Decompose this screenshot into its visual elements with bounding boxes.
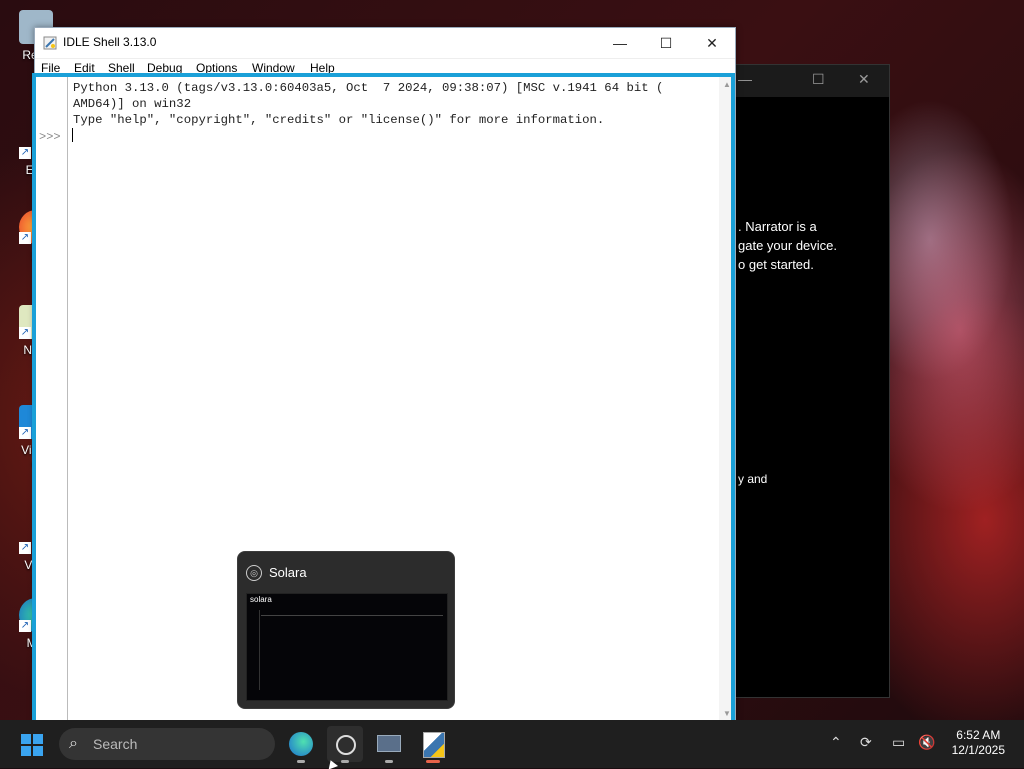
narrator-titlebar[interactable]: — ☐ ✕	[736, 65, 889, 97]
taskbar: ⌕ Search ⌃ ⟳ ▭ 🔇 6:52 AM 12/1/2025	[0, 720, 1024, 768]
menu-options[interactable]: Options	[196, 61, 237, 75]
thumbnail-title: Solara	[269, 565, 307, 580]
shell-output-line: Type "help", "copyright", "credits" or "…	[73, 113, 605, 127]
system-clock[interactable]: 6:52 AM 12/1/2025	[952, 728, 1005, 758]
taskbar-idle[interactable]	[415, 726, 451, 763]
idle-titlebar[interactable]: IDLE Shell 3.13.0 — ☐ ✕	[35, 28, 735, 59]
taskbar-search[interactable]: ⌕ Search	[59, 728, 275, 760]
narrator-text-line: gate your device.	[738, 238, 838, 253]
preview-app-name: solara	[250, 595, 272, 604]
solara-icon: ◎	[246, 565, 262, 581]
python-feather-icon	[43, 36, 57, 50]
sync-icon[interactable]: ⟳	[860, 734, 872, 751]
clock-date: 12/1/2025	[951, 743, 1005, 757]
monitor-icon	[377, 735, 401, 752]
clock-time: 6:52 AM	[956, 728, 1001, 742]
windows-logo-icon	[21, 734, 31, 744]
menu-bar: File Edit Shell Debug Options Window Hel…	[35, 59, 735, 77]
thumbnail-window-preview[interactable]: solara	[246, 593, 448, 701]
taskbar-solara[interactable]	[327, 726, 363, 763]
chevron-up-icon[interactable]: ⌃	[830, 734, 842, 751]
shell-prompt: >>>	[39, 130, 61, 144]
edge-icon	[289, 732, 313, 756]
close-icon[interactable]: ✕	[858, 71, 870, 88]
taskbar-thumbnail-preview[interactable]: ◎ Solara solara	[237, 551, 455, 709]
menu-file[interactable]: File	[41, 61, 60, 75]
start-button[interactable]	[21, 734, 43, 756]
narrator-text-line: y and	[738, 472, 768, 486]
volume-muted-icon[interactable]: 🔇	[918, 734, 935, 751]
shell-output-line: Python 3.13.0 (tags/v3.13.0:60403a5, Oct…	[73, 81, 664, 95]
window-title: IDLE Shell 3.13.0	[63, 35, 157, 49]
python-idle-icon	[423, 732, 445, 758]
network-icon[interactable]: ▭	[892, 734, 905, 751]
close-button[interactable]: ✕	[689, 28, 735, 58]
menu-shell[interactable]: Shell	[108, 61, 135, 75]
taskbar-narrator[interactable]	[371, 726, 407, 763]
narrator-text-line: o get started.	[738, 257, 814, 272]
scroll-down-icon[interactable]: ▼	[723, 709, 731, 718]
menu-help[interactable]: Help	[310, 61, 335, 75]
text-caret	[72, 128, 73, 142]
menu-debug[interactable]: Debug	[147, 61, 182, 75]
scroll-up-icon[interactable]: ▲	[723, 80, 731, 89]
narrator-window[interactable]: — ☐ ✕ . Narrator is a gate your device. …	[735, 64, 890, 698]
minimize-icon[interactable]: —	[738, 71, 752, 87]
prompt-gutter	[35, 77, 68, 721]
narrator-text-line: . Narrator is a	[738, 219, 817, 234]
search-icon: ⌕	[69, 735, 78, 752]
search-placeholder: Search	[93, 736, 138, 752]
maximize-button[interactable]: ☐	[643, 28, 689, 58]
menu-edit[interactable]: Edit	[74, 61, 95, 75]
taskbar-edge[interactable]	[283, 726, 319, 763]
maximize-icon[interactable]: ☐	[812, 71, 825, 88]
solara-icon	[336, 735, 356, 755]
vertical-scrollbar[interactable]: ▲ ▼	[719, 77, 735, 721]
menu-window[interactable]: Window	[252, 61, 295, 75]
minimize-button[interactable]: —	[597, 28, 643, 58]
shell-output-line: AMD64)] on win32	[73, 97, 192, 111]
